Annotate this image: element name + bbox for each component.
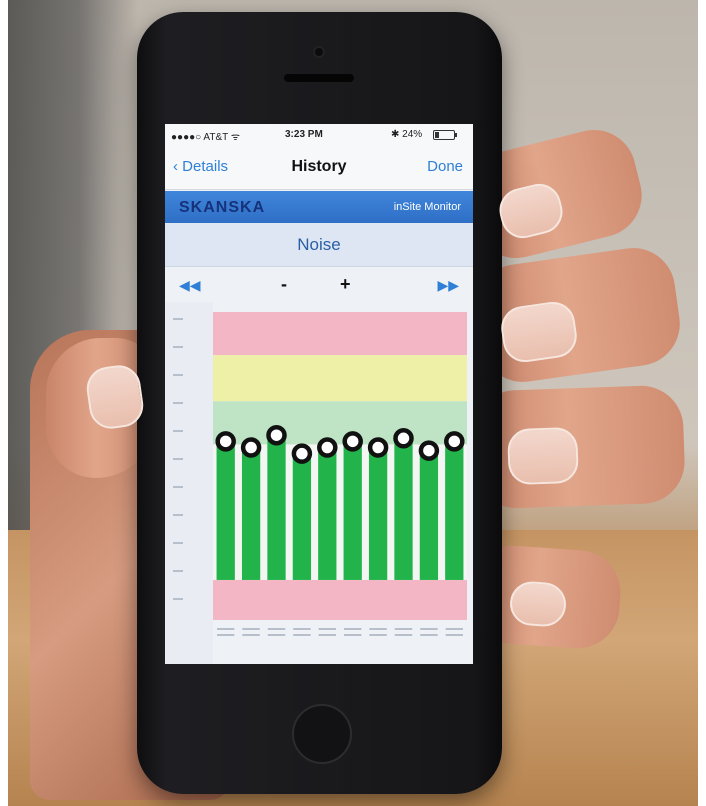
fingernail-4 (508, 580, 568, 628)
chart-bar (292, 453, 312, 580)
fast-forward-icon[interactable]: ▶▶ (437, 277, 459, 294)
x-axis-tick (267, 634, 286, 636)
done-button[interactable]: Done (427, 158, 463, 175)
section-title: Noise (297, 235, 341, 254)
y-axis-column (165, 302, 213, 664)
chart-bar (216, 441, 235, 580)
hand-finger-3 (472, 384, 686, 510)
chart-canvas (165, 302, 467, 664)
chart-band-red (213, 312, 467, 356)
chart-bar (394, 438, 413, 580)
y-axis-tick (173, 514, 183, 516)
y-axis-tick (173, 318, 183, 320)
x-axis-tick (344, 628, 362, 630)
chart-bar (267, 435, 286, 580)
status-time: 3:23 PM (285, 129, 323, 140)
zoom-in-button[interactable]: + (340, 274, 351, 295)
chart-controls: ◀◀ - + ▶▶ (165, 268, 473, 302)
chart-band-yellow (213, 355, 467, 402)
data-point-marker (317, 437, 338, 458)
x-axis-tick (445, 628, 463, 630)
x-axis-tick (217, 634, 235, 636)
x-axis-tick (242, 634, 260, 636)
chart-bar (368, 447, 388, 580)
x-axis-tick (420, 634, 438, 636)
x-axis-tick (420, 628, 438, 630)
y-axis-tick (173, 402, 183, 404)
data-point-marker (215, 431, 236, 452)
chart-bar (445, 441, 464, 580)
data-point-marker (266, 424, 287, 446)
battery-icon (433, 130, 457, 140)
data-point-marker (393, 428, 414, 449)
x-axis-tick (369, 634, 387, 636)
data-point-marker (291, 443, 313, 464)
brand-header: SKANSKA inSite Monitor (165, 191, 473, 223)
y-axis-tick (173, 570, 183, 572)
x-axis-tick (394, 628, 413, 630)
noise-history-chart (165, 302, 473, 664)
chart-bar (419, 450, 439, 580)
x-axis-tick (293, 628, 311, 630)
app-name: inSite Monitor (393, 201, 461, 213)
data-point-marker (240, 437, 262, 458)
y-axis-tick (173, 486, 183, 488)
back-button[interactable]: ‹ Details (173, 158, 228, 175)
y-axis-tick (173, 374, 183, 376)
data-point-marker (444, 431, 465, 452)
carrier-signal: ●●●●○ AT&T ᯤ (171, 132, 240, 143)
battery-fill (435, 132, 439, 138)
data-point-marker (418, 440, 440, 461)
back-button-label: Details (182, 158, 229, 175)
y-axis-tick (173, 458, 183, 460)
y-axis-tick (173, 430, 183, 432)
x-axis-tick (267, 628, 286, 630)
data-point-marker (367, 437, 389, 458)
x-axis-tick (217, 628, 235, 630)
x-axis-tick (344, 634, 362, 636)
x-axis-tick (445, 634, 463, 636)
battery-percent: ✱ 24% (391, 129, 423, 140)
y-axis-tick (173, 542, 183, 544)
chart-band-red (213, 579, 467, 620)
chart-bar (241, 447, 261, 580)
fingernail-3 (507, 426, 579, 486)
x-axis-tick (394, 634, 413, 636)
home-button[interactable] (292, 704, 352, 764)
x-axis-tick (242, 628, 260, 630)
status-bar: ●●●●○ AT&T ᯤ 3:23 PM ✱ 24% (165, 124, 473, 146)
y-axis-tick (173, 598, 183, 600)
y-axis-tick (173, 346, 183, 348)
chart-bar (318, 447, 337, 580)
section-header: Noise (165, 223, 473, 267)
skanska-logo: SKANSKA (179, 199, 266, 216)
chart-bar (343, 441, 362, 580)
navigation-bar: ‹ Details History Done (165, 146, 473, 190)
chevron-left-icon: ‹ (173, 158, 183, 175)
x-axis-tick (369, 628, 387, 630)
front-camera (313, 46, 325, 58)
zoom-out-button[interactable]: - (281, 274, 287, 295)
x-axis-tick (318, 634, 336, 636)
data-point-marker (342, 431, 363, 452)
phone-screen: ●●●●○ AT&T ᯤ 3:23 PM ✱ 24% ‹ Details His… (165, 124, 473, 664)
rewind-icon[interactable]: ◀◀ (179, 277, 201, 294)
x-axis-tick (318, 628, 336, 630)
x-axis-tick (293, 634, 311, 636)
earpiece-speaker (284, 74, 354, 82)
